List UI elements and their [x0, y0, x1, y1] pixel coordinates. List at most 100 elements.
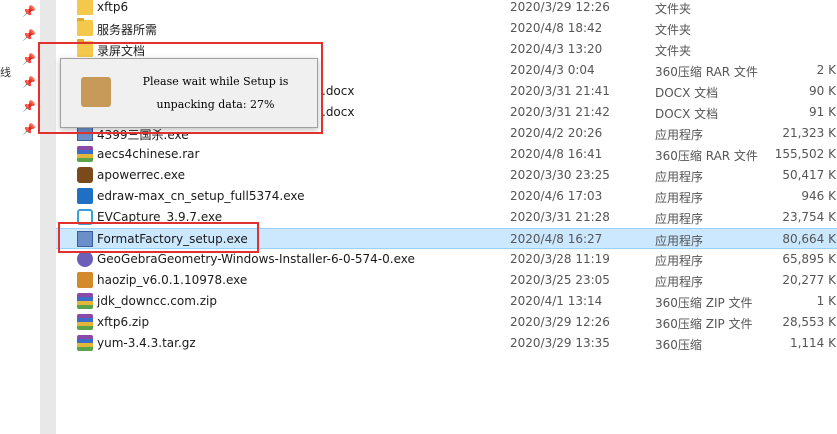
file-size: 50,417 K [782, 168, 836, 182]
package-icon [81, 77, 111, 107]
file-row[interactable]: yum-3.4.3.tar.gz 2020/3/29 13:35 360压缩 1,11… [56, 333, 837, 354]
file-name: 录屏文档 [97, 44, 146, 58]
file-type: 文件夹 [655, 2, 692, 16]
setup-progress-dialog: Please wait while Setup is unpacking dat… [60, 58, 318, 128]
file-name: xftp6.zip [97, 315, 150, 329]
file-row[interactable]: edraw-max_cn_setup_full5374.exe 2020/4/6 … [56, 186, 837, 207]
file-size: 65,895 K [782, 252, 836, 266]
file-date-modified: 2020/3/31 21:41 [510, 84, 610, 98]
file-date-modified: 2020/3/30 23:25 [510, 168, 610, 182]
file-name: yum-3.4.3.tar.gz [97, 336, 196, 350]
installer-icon [77, 231, 93, 247]
file-type: 360压缩 ZIP 文件 [655, 317, 753, 331]
file-type: 应用程序 [655, 212, 704, 226]
dialog-message-line2: unpacking data: 27% [156, 98, 275, 111]
file-name: EVCapture_3.9.7.exe [97, 210, 223, 224]
pin-icon[interactable]: 📌 [22, 5, 36, 19]
file-size: 2 K [816, 63, 836, 77]
file-size: 90 K [809, 84, 836, 98]
folder-icon [77, 0, 93, 15]
file-type: DOCX 文档 [655, 86, 719, 100]
file-type: 应用程序 [655, 170, 704, 184]
file-type: 文件夹 [655, 44, 692, 58]
file-row[interactable]: xftp6 2020/3/29 12:26 文件夹 [56, 0, 837, 18]
pin-icon[interactable]: 📌 [22, 29, 36, 43]
file-name: 4399三国杀.exe [97, 128, 189, 142]
archive-icon [77, 314, 93, 330]
file-type: 360压缩 ZIP 文件 [655, 296, 753, 310]
pin-icon[interactable]: 📌 [22, 76, 36, 90]
file-date-modified: 2020/4/6 17:03 [510, 189, 603, 203]
file-name: GeoGebraGeometry-Windows-Installer-6-0-5… [97, 252, 415, 266]
nav-item-label-fragment[interactable]: 线 [0, 64, 11, 80]
file-date-modified: 2020/4/8 16:27 [510, 232, 603, 246]
file-type: 360压缩 RAR 文件 [655, 65, 758, 79]
archive-icon [77, 293, 93, 309]
file-row[interactable]: xftp6.zip 2020/3/29 12:26 360压缩 ZIP 文件 28,5… [56, 312, 837, 333]
file-type: DOCX 文档 [655, 107, 719, 121]
file-size: 20,277 K [782, 273, 836, 287]
file-row[interactable]: apowerrec.exe 2020/3/30 23:25 应用程序 50,417 K [56, 165, 837, 186]
file-row[interactable]: aecs4chinese.rar 2020/4/8 16:41 360压缩 RAR … [56, 144, 837, 165]
file-size: 1,114 K [789, 336, 836, 350]
file-date-modified: 2020/4/3 13:20 [510, 42, 603, 56]
edraw-icon [77, 188, 93, 204]
file-date-modified: 2020/3/29 12:26 [510, 0, 610, 14]
recorder-icon [77, 167, 93, 183]
navigation-pane-scrollbar[interactable] [40, 0, 56, 434]
file-size: 91 K [809, 105, 836, 119]
file-date-modified: 2020/3/25 23:05 [510, 273, 610, 287]
file-type: 应用程序 [655, 191, 704, 205]
file-type: 文件夹 [655, 23, 692, 37]
file-name: haozip_v6.0.1.10978.exe [97, 273, 248, 287]
file-size: 946 K [801, 189, 836, 203]
file-row[interactable]: jdk_downcc.com.zip 2020/4/1 13:14 360压缩 ZI… [56, 291, 837, 312]
file-date-modified: 2020/4/8 16:41 [510, 147, 603, 161]
file-date-modified: 2020/3/31 21:28 [510, 210, 610, 224]
file-row[interactable]: FormatFactory_setup.exe 2020/4/8 16:27 应用程… [56, 228, 837, 249]
file-size: 23,754 K [782, 210, 836, 224]
file-date-modified: 2020/3/28 11:19 [510, 252, 610, 266]
file-row[interactable]: EVCapture_3.9.7.exe 2020/3/31 21:28 应用程序 23… [56, 207, 837, 228]
haozip-icon [77, 272, 93, 288]
archive-icon [77, 335, 93, 351]
file-row[interactable]: haozip_v6.0.1.10978.exe 2020/3/25 23:05 应用… [56, 270, 837, 291]
file-date-modified: 2020/4/3 0:04 [510, 63, 595, 77]
file-row[interactable]: 录屏文档 2020/4/3 13:20 文件夹 [56, 39, 837, 60]
file-date-modified: 2020/3/29 12:26 [510, 315, 610, 329]
file-type: 应用程序 [655, 128, 704, 142]
file-date-modified: 2020/4/2 20:26 [510, 126, 603, 140]
pin-icon[interactable]: 📌 [22, 100, 36, 114]
file-name: xftp6 [97, 0, 129, 14]
file-name: edraw-max_cn_setup_full5374.exe [97, 189, 305, 203]
file-date-modified: 2020/3/31 21:42 [510, 105, 610, 119]
file-name: aecs4chinese.rar [97, 147, 200, 161]
file-type: 应用程序 [655, 254, 704, 268]
navigation-pane: 线 📌 📌 📌 📌 📌 📌 [0, 0, 40, 434]
file-type: 应用程序 [655, 234, 704, 248]
file-size: 28,553 K [782, 315, 836, 329]
file-date-modified: 2020/4/8 18:42 [510, 21, 603, 35]
file-type: 360压缩 RAR 文件 [655, 149, 758, 163]
geogebra-icon [77, 251, 93, 267]
file-name: 服务器所需 [97, 23, 158, 37]
archive-icon [77, 146, 93, 162]
file-size: 80,664 K [782, 232, 836, 246]
file-row[interactable]: 服务器所需 2020/4/8 18:42 文件夹 [56, 18, 837, 39]
file-type: 360压缩 [655, 338, 702, 352]
dialog-message-line1: Please wait while Setup is [142, 75, 289, 88]
file-date-modified: 2020/4/1 13:14 [510, 294, 603, 308]
file-size: 1 K [816, 294, 836, 308]
file-size: 155,502 K [774, 147, 836, 161]
file-name: jdk_downcc.com.zip [97, 294, 217, 308]
file-row[interactable]: GeoGebraGeometry-Windows-Installer-6-0-5… [56, 249, 837, 270]
file-type: 应用程序 [655, 275, 704, 289]
file-name: .docx [322, 84, 355, 98]
file-date-modified: 2020/3/29 13:35 [510, 336, 610, 350]
file-size: 21,323 K [782, 126, 836, 140]
folder-icon [77, 18, 93, 36]
file-name: apowerrec.exe [97, 168, 185, 182]
capture-icon [77, 209, 93, 225]
pin-icon[interactable]: 📌 [22, 123, 36, 137]
pin-icon[interactable]: 📌 [22, 53, 36, 67]
